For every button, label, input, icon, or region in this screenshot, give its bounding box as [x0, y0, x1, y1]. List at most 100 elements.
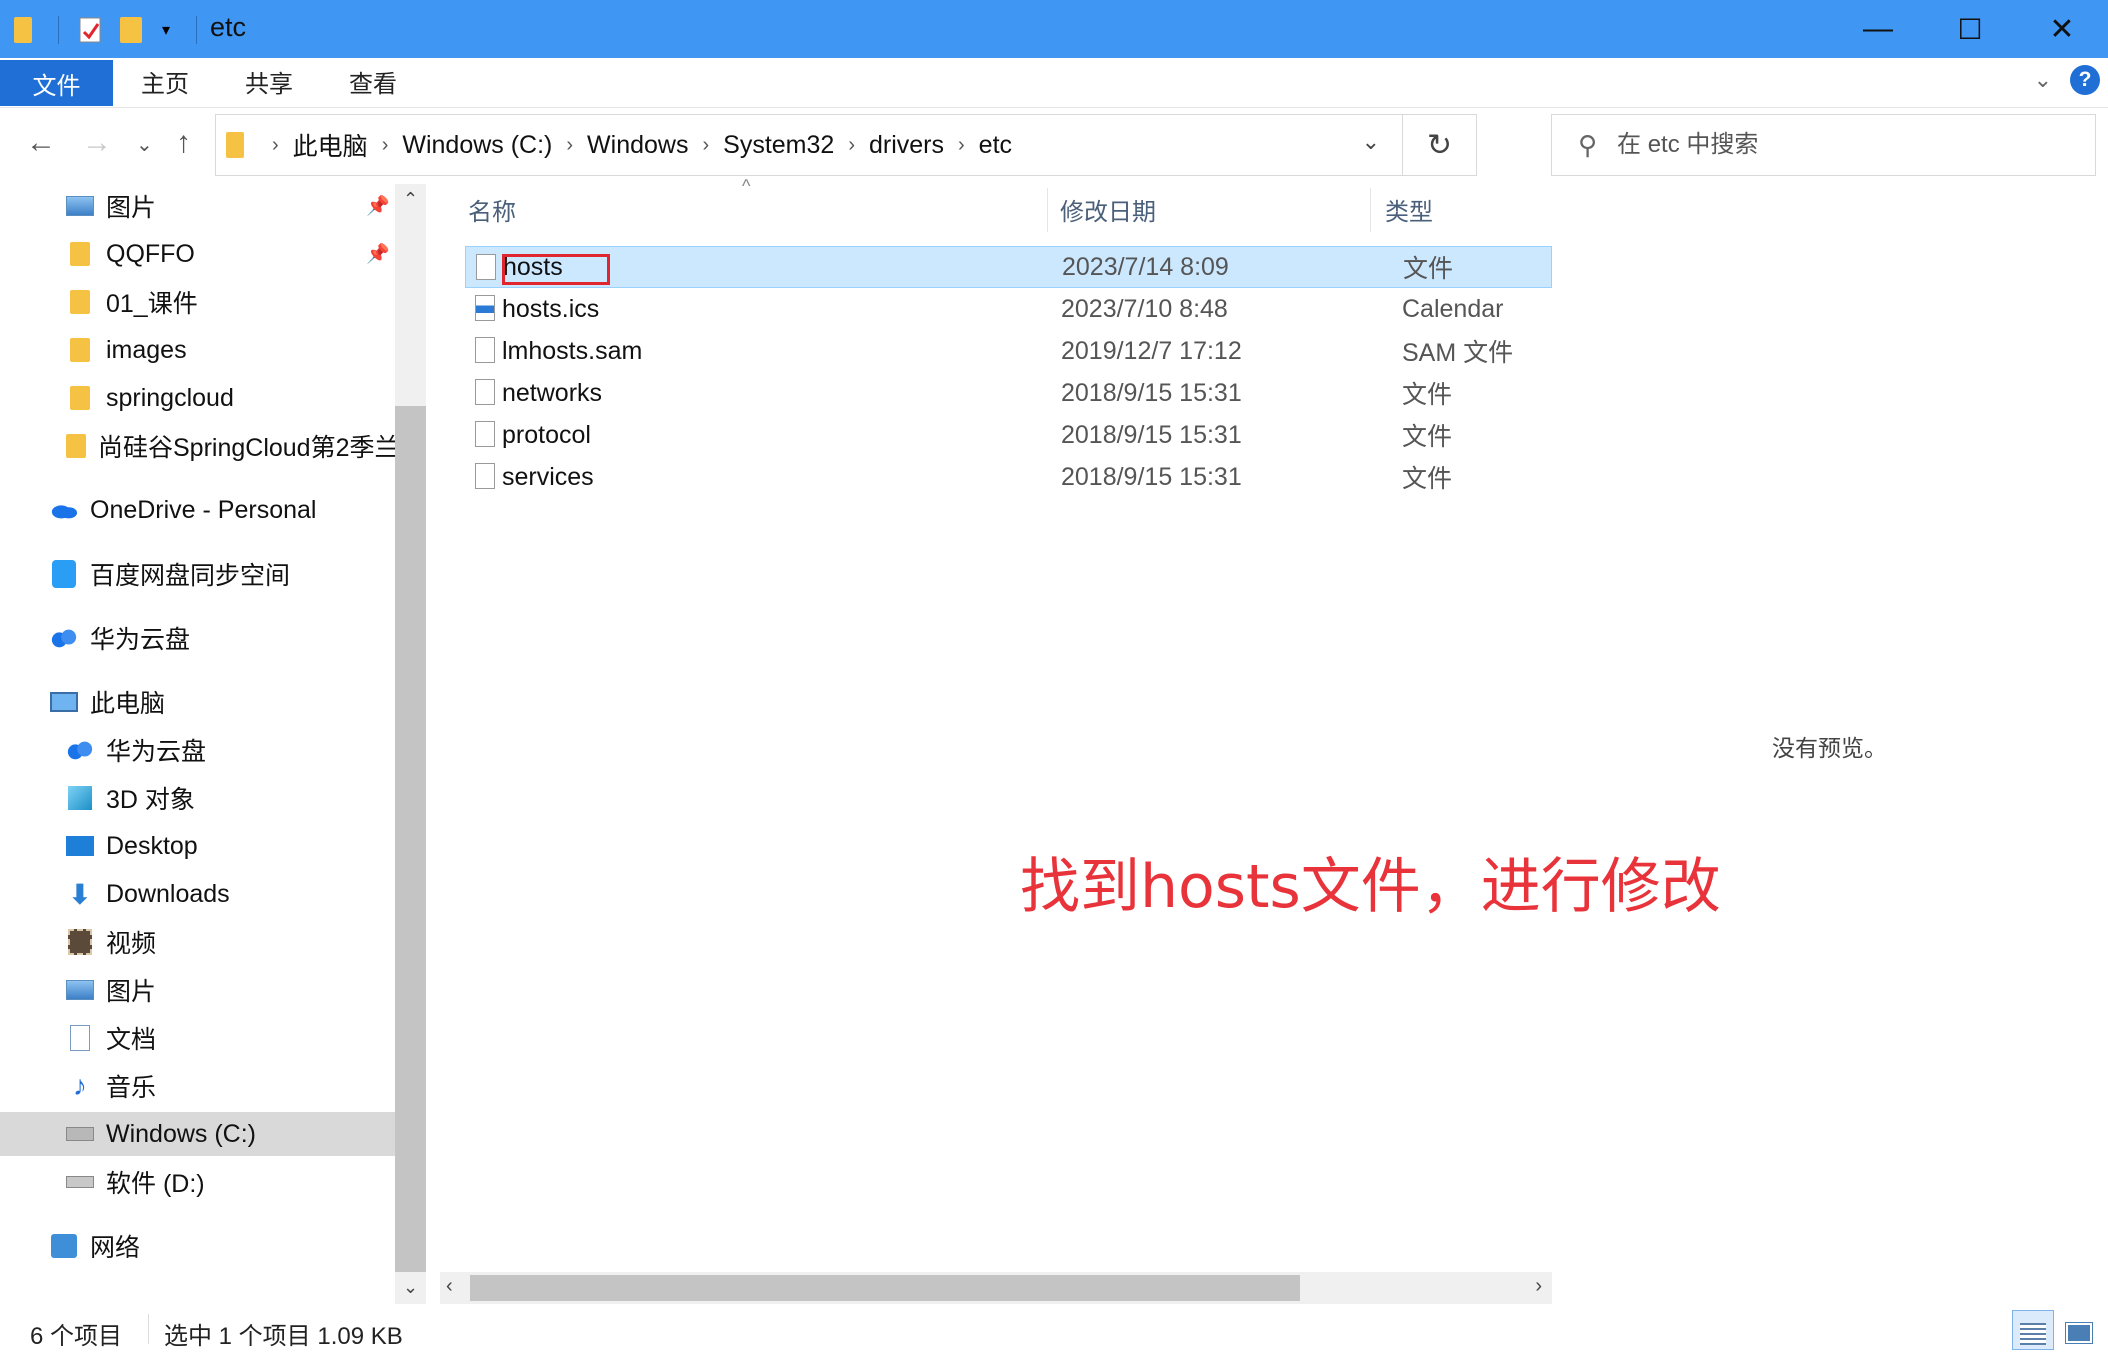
file-icon [475, 379, 495, 405]
breadcrumb-separator-icon[interactable]: › [958, 134, 965, 157]
sidebar-item-desktop[interactable]: Desktop [0, 824, 395, 868]
sidebar-item-3d-objects[interactable]: 3D 对象 [0, 776, 395, 820]
chevron-down-icon: ⌄ [402, 1276, 419, 1297]
breadcrumb-windows-c[interactable]: Windows (C:) [402, 131, 552, 160]
sidebar-item-label: 音乐 [106, 1074, 157, 1102]
scroll-up-button[interactable]: ⌃ [395, 186, 426, 212]
file-date: 2023/7/14 8:09 [1062, 252, 1229, 281]
properties-button[interactable] [78, 14, 104, 46]
file-date: 2018/9/15 15:31 [1061, 462, 1242, 491]
tab-file[interactable]: 文件 [0, 60, 113, 106]
close-button[interactable]: ✕ [2016, 0, 2108, 58]
file-name: networks [502, 378, 603, 407]
file-type: 文件 [1403, 255, 1454, 283]
refresh-button[interactable]: ↻ [1402, 115, 1476, 175]
sidebar-item-pictures-quick[interactable]: 图片 📌 [0, 184, 395, 228]
file-icon [475, 337, 495, 363]
breadcrumb-separator-icon[interactable]: › [566, 134, 573, 157]
file-row-lmhosts-sam[interactable]: lmhosts.sam 2019/12/7 17:12 SAM 文件 [465, 330, 1552, 372]
tab-share[interactable]: 共享 [217, 58, 321, 104]
file-type: 文件 [1402, 381, 1453, 409]
sidebar-item-baidu-netdisk[interactable]: 百度网盘同步空间 [0, 552, 395, 596]
sidebar-item-pictures[interactable]: 图片 [0, 968, 395, 1012]
breadcrumb-separator-icon[interactable]: › [272, 134, 279, 157]
breadcrumb-system32[interactable]: System32 [723, 131, 834, 160]
address-bar[interactable]: › 此电脑 › Windows (C:) › Windows › System3… [215, 114, 1477, 176]
breadcrumb-drivers[interactable]: drivers [869, 131, 944, 160]
scrollbar-thumb[interactable] [470, 1275, 1300, 1301]
breadcrumb-separator-icon[interactable]: › [382, 134, 389, 157]
folder-icon [66, 240, 94, 268]
column-header-name[interactable]: 名称 [468, 184, 516, 234]
sidebar-item-network[interactable]: 网络 [0, 1224, 395, 1268]
sidebar-item-huawei-cloud[interactable]: 华为云盘 [0, 616, 395, 660]
videos-icon [66, 928, 94, 956]
recent-locations-button[interactable]: ⌄ [136, 132, 153, 157]
search-input[interactable] [1617, 131, 2038, 159]
file-row-networks[interactable]: networks 2018/9/15 15:31 文件 [465, 372, 1552, 414]
sidebar-item-drive-d[interactable]: 软件 (D:) [0, 1160, 395, 1204]
onedrive-icon [50, 496, 78, 524]
file-list-scrollbar[interactable]: ‹ › [440, 1272, 1552, 1304]
sidebar-item-huawei-cloud-pc[interactable]: 华为云盘 [0, 728, 395, 772]
file-row-hosts[interactable]: hosts 2023/7/14 8:09 文件 [465, 246, 1552, 288]
breadcrumb-this-pc[interactable]: 此电脑 [293, 127, 368, 163]
drive-d-icon [66, 1168, 94, 1196]
tab-view[interactable]: 查看 [321, 58, 425, 104]
sidebar-item-springcloud-season2[interactable]: 尚硅谷SpringCloud第2季兰 [0, 424, 395, 468]
back-button[interactable]: ← [26, 126, 56, 160]
sidebar-item-documents[interactable]: 文档 [0, 1016, 395, 1060]
properties-icon [79, 17, 101, 43]
tab-home[interactable]: 主页 [113, 58, 217, 104]
scrollbar-thumb[interactable] [395, 406, 426, 1272]
file-row-services[interactable]: services 2018/9/15 15:31 文件 [465, 456, 1552, 498]
sidebar-item-label: 网络 [90, 1234, 141, 1262]
sidebar-item-images[interactable]: images [0, 328, 395, 372]
downloads-icon: ⬇ [68, 878, 92, 910]
baidu-netdisk-icon [50, 560, 78, 588]
column-divider[interactable] [1370, 188, 1371, 232]
customize-toolbar-button[interactable]: ▾ [162, 14, 170, 46]
breadcrumb-separator-icon[interactable]: › [848, 134, 855, 157]
column-divider[interactable] [1047, 188, 1048, 232]
file-icon [476, 254, 496, 280]
sidebar-item-label: Windows (C:) [106, 1119, 257, 1148]
sidebar-item-music[interactable]: ♪ 音乐 [0, 1064, 395, 1108]
sidebar-item-downloads[interactable]: ⬇ Downloads [0, 872, 395, 916]
chevron-right-icon: › [1535, 1275, 1542, 1297]
column-header-type[interactable]: 类型 [1385, 184, 1433, 234]
sidebar-item-windows-c[interactable]: Windows (C:) [0, 1112, 395, 1156]
pin-icon[interactable]: 📌 [366, 194, 390, 218]
column-header-date[interactable]: 修改日期 [1060, 184, 1156, 234]
breadcrumb-separator-icon[interactable]: › [702, 134, 709, 157]
sidebar-item-onedrive[interactable]: OneDrive - Personal [0, 488, 395, 532]
new-folder-button[interactable] [120, 14, 142, 46]
scroll-right-button[interactable]: › [1535, 1275, 1542, 1298]
breadcrumb-etc[interactable]: etc [979, 131, 1012, 160]
file-row-protocol[interactable]: protocol 2018/9/15 15:31 文件 [465, 414, 1552, 456]
large-icons-view-button[interactable] [2058, 1310, 2100, 1350]
pin-icon[interactable]: 📌 [366, 242, 390, 266]
help-button[interactable]: ? [2070, 65, 2100, 95]
chevron-down-icon: ⌄ [2033, 67, 2052, 92]
maximize-button[interactable]: ☐ [1924, 0, 2016, 58]
sidebar-item-label: 视频 [106, 930, 157, 958]
minimize-button[interactable]: — [1832, 0, 1924, 58]
scroll-down-button[interactable]: ⌄ [395, 1274, 426, 1300]
sidebar-item-videos[interactable]: 视频 [0, 920, 395, 964]
sidebar-scrollbar[interactable]: ⌃ ⌄ [395, 184, 426, 1304]
expand-ribbon-button[interactable]: ⌄ [2034, 67, 2052, 93]
file-row-hosts-ics[interactable]: hosts.ics 2023/7/10 8:48 Calendar [465, 288, 1552, 330]
forward-button[interactable]: → [82, 126, 112, 160]
search-box[interactable]: ⚲ [1551, 114, 2096, 176]
sidebar-item-springcloud[interactable]: springcloud [0, 376, 395, 420]
sidebar-item-this-pc[interactable]: 此电脑 [0, 680, 395, 724]
address-history-button[interactable]: ⌄ [1362, 129, 1380, 155]
sidebar-item-qqffo[interactable]: QQFFO 📌 [0, 232, 395, 276]
up-button[interactable]: ↑ [176, 126, 191, 160]
scroll-left-button[interactable]: ‹ [446, 1275, 453, 1298]
breadcrumb-windows[interactable]: Windows [587, 131, 688, 160]
details-view-button[interactable] [2012, 1310, 2054, 1350]
sidebar-item-01-courseware[interactable]: 01_课件 [0, 280, 395, 324]
breadcrumb: › 此电脑 › Windows (C:) › Windows › System3… [264, 127, 1018, 163]
